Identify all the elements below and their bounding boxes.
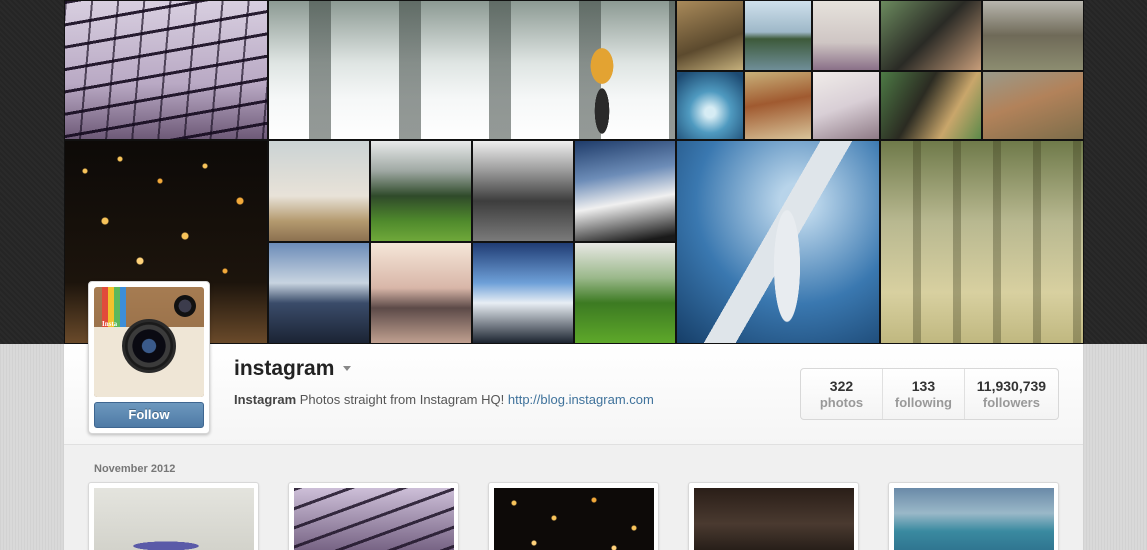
stat-followers[interactable]: 11,930,739 followers	[965, 369, 1058, 419]
cover-photo-small[interactable]	[676, 71, 744, 140]
cover-photo-small[interactable]	[676, 0, 744, 71]
feed-photo-thumbnail[interactable]	[688, 482, 859, 550]
avatar-brand-text: Insta	[102, 320, 118, 328]
profile-website-link[interactable]: http://blog.instagram.com	[508, 392, 654, 407]
cover-photo-medium[interactable]	[370, 140, 472, 242]
feed-photo-image	[494, 488, 654, 550]
cover-photo-medium[interactable]	[268, 140, 370, 242]
avatar: Insta	[94, 287, 204, 397]
profile-full-name: Instagram	[234, 392, 297, 407]
feed-photo-image	[694, 488, 854, 550]
camera-lens-icon	[122, 319, 176, 373]
cover-photo-small[interactable]	[744, 0, 812, 71]
page-background-left	[0, 344, 64, 550]
stat-followers-count: 11,930,739	[976, 378, 1047, 394]
cover-photo-medium[interactable]	[268, 242, 370, 344]
cover-photo-medium[interactable]	[880, 71, 982, 140]
cover-photo-medium[interactable]	[574, 242, 676, 344]
stat-photos-count: 322	[829, 378, 854, 394]
cover-photo-medium[interactable]	[982, 71, 1084, 140]
feed-photo-thumbnail[interactable]	[888, 482, 1059, 550]
cover-photo-medium[interactable]	[574, 140, 676, 242]
profile-avatar-card: Insta Follow	[88, 281, 210, 434]
cover-photo-snow-forest[interactable]	[268, 0, 676, 140]
cover-photo-small[interactable]	[812, 0, 880, 71]
stat-photos[interactable]: 322 photos	[801, 369, 883, 419]
cover-photo-medium[interactable]	[472, 140, 574, 242]
profile-stats: 322 photos 133 following 11,930,739 foll…	[800, 368, 1059, 420]
feed-photo-thumbnail[interactable]	[288, 482, 459, 550]
cover-photo-medium[interactable]	[880, 0, 982, 71]
follow-button[interactable]: Follow	[94, 402, 204, 428]
feed-month-label: November 2012	[94, 463, 176, 475]
caret-down-icon[interactable]	[343, 366, 351, 371]
cover-photo-palace-guard[interactable]	[880, 140, 1084, 344]
cover-photo-small[interactable]	[812, 71, 880, 140]
stat-following[interactable]: 133 following	[883, 369, 965, 419]
feed-photo-thumbnail[interactable]	[488, 482, 659, 550]
stat-photos-label: photos	[819, 395, 864, 410]
profile-bio-text: Photos straight from Instagram HQ!	[299, 392, 505, 407]
profile-bio: Instagram Photos straight from Instagram…	[234, 392, 654, 407]
cover-photo-airplane[interactable]	[676, 140, 880, 344]
cover-photo-medium[interactable]	[982, 0, 1084, 71]
cover-photo-dome[interactable]	[64, 0, 268, 140]
page-background-right	[1083, 344, 1147, 550]
cover-photo-medium[interactable]	[370, 242, 472, 344]
camera-viewfinder-icon	[174, 295, 196, 317]
feed-photo-image	[294, 488, 454, 550]
cover-photo-small[interactable]	[744, 71, 812, 140]
profile-username: instagram	[234, 357, 335, 380]
cover-photo-medium[interactable]	[472, 242, 574, 344]
feed-photo-thumbnail[interactable]	[88, 482, 259, 550]
feed-photo-image	[894, 488, 1054, 550]
stat-following-count: 133	[911, 378, 936, 394]
stat-following-label: following	[894, 395, 952, 410]
stat-followers-label: followers	[982, 395, 1040, 410]
feed-photo-image	[94, 488, 254, 550]
